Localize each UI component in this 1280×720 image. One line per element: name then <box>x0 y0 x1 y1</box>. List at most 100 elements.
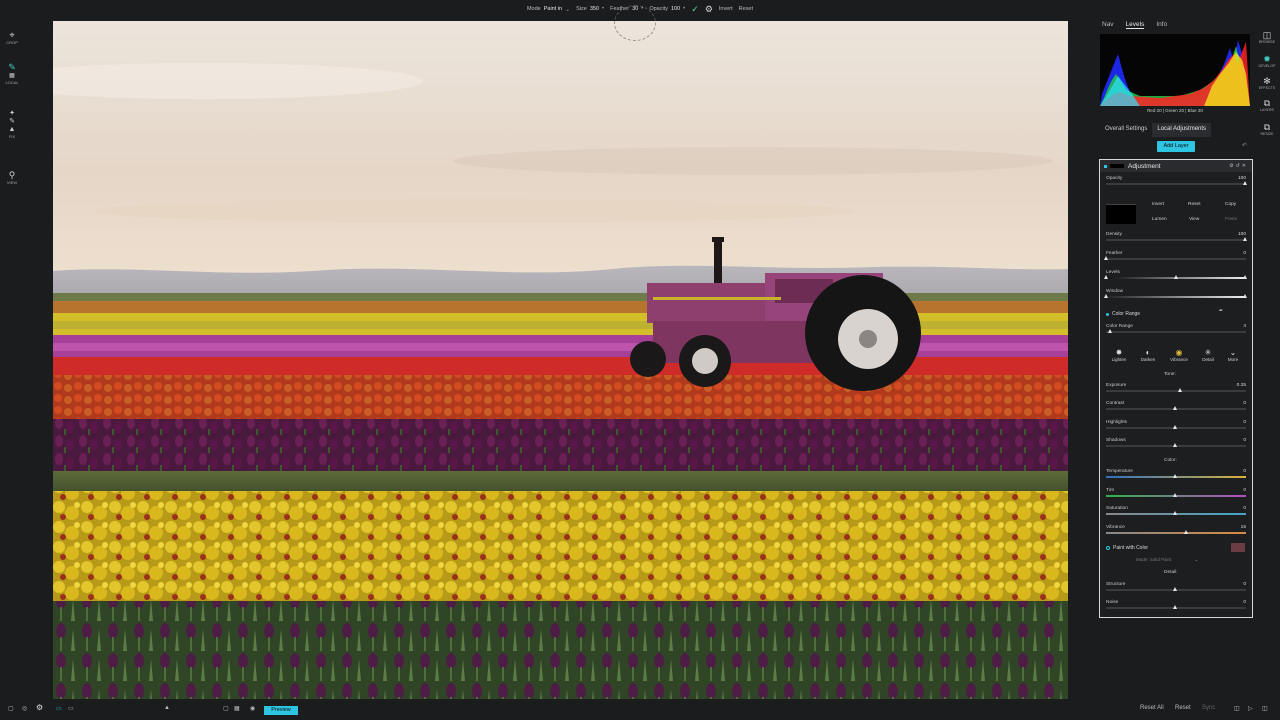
slider-knob[interactable] <box>1104 275 1108 279</box>
view-tool[interactable]: ⚲ VIEW <box>0 170 24 185</box>
vibrance-slider[interactable] <box>1106 530 1246 534</box>
highlights-slider[interactable] <box>1106 425 1246 429</box>
chevron-down-icon[interactable]: ⌄ <box>1195 557 1199 562</box>
noise-value[interactable]: 0 <box>1243 600 1246 605</box>
temperature-value[interactable]: 0 <box>1243 469 1246 474</box>
gear-icon[interactable]: ⚙ <box>705 4 713 15</box>
panel-toggle-icon[interactable]: ▢ <box>8 705 14 712</box>
layer-opacity-slider[interactable] <box>1106 181 1247 185</box>
filmstrip-icon[interactable]: ▭ <box>68 705 74 712</box>
slider-knob[interactable] <box>1243 181 1247 185</box>
exposure-value[interactable]: 0.35 <box>1237 383 1246 388</box>
slider-knob[interactable] <box>1173 406 1177 410</box>
crop-tool[interactable]: ⌖ CROP <box>0 30 24 45</box>
tab-local-adjustments[interactable]: Local Adjustments <box>1152 123 1212 137</box>
darken-preset[interactable]: ◐ Darken <box>1137 348 1159 362</box>
shadows-slider[interactable] <box>1106 443 1246 447</box>
structure-slider[interactable] <box>1106 587 1246 591</box>
preview-button[interactable]: Preview <box>264 706 298 715</box>
slider-knob[interactable] <box>1173 474 1177 478</box>
tint-value[interactable]: 0 <box>1243 488 1246 493</box>
vibrance-value[interactable]: 15 <box>1241 525 1246 530</box>
section-toggle-icon[interactable] <box>1106 312 1109 316</box>
compare-icon[interactable]: ◎ <box>22 705 27 712</box>
slider-knob[interactable] <box>1173 425 1177 429</box>
vibrance-preset[interactable]: ◉ Vibrance <box>1168 348 1190 362</box>
feather-slider[interactable] <box>1104 256 1246 260</box>
temperature-slider[interactable] <box>1106 474 1246 478</box>
paint-color-swatch[interactable] <box>1231 543 1245 552</box>
slider-knob[interactable] <box>1178 388 1182 392</box>
opacity-stepper-icon[interactable]: • <box>683 6 685 12</box>
layer-name[interactable]: Adjustment <box>1128 163 1161 170</box>
next-icon[interactable]: ▷ <box>1248 705 1253 712</box>
color-range-value[interactable]: 4 <box>1243 324 1246 329</box>
reset-mask-button[interactable]: Reset <box>1188 202 1201 207</box>
layers-module[interactable]: ⧉ LAYERS <box>1254 98 1280 112</box>
lighten-preset[interactable]: ✸ Lighten <box>1108 348 1130 362</box>
slider-knob[interactable] <box>1173 493 1177 497</box>
mask-view-icon[interactable]: ◉ <box>250 705 255 712</box>
brush-mode-icon[interactable]: ✓ <box>691 4 699 15</box>
settings-icon[interactable]: ⚙ <box>36 703 43 712</box>
mask-thumbnail[interactable] <box>1106 204 1136 224</box>
highlights-value[interactable]: 0 <box>1243 420 1246 425</box>
color-range-slider[interactable] <box>1106 329 1246 333</box>
invert-mask-button[interactable]: Invert <box>1152 202 1164 207</box>
mode-value[interactable]: Paint in <box>544 6 562 12</box>
paste-mask-button[interactable]: Paste <box>1225 217 1237 222</box>
layer-options-icons[interactable]: ⚙↺✕ <box>1229 163 1248 169</box>
local-tool[interactable]: ✎ ▦ LOCAL <box>0 62 24 85</box>
paint-mode-select[interactable]: Mode: Solid Paint ⌄ <box>1136 557 1198 563</box>
slider-knob[interactable] <box>1243 294 1247 298</box>
size-stepper-icon[interactable]: • <box>602 6 604 12</box>
copy-mask-button[interactable]: Copy <box>1225 202 1236 207</box>
opacity-value[interactable]: 100 <box>671 6 680 12</box>
slider-knob[interactable] <box>1108 329 1112 333</box>
slider-knob[interactable] <box>1173 511 1177 515</box>
slider-knob[interactable] <box>1104 256 1108 260</box>
view-mask-button[interactable]: View <box>1189 217 1199 222</box>
size-value[interactable]: 350 <box>590 6 599 12</box>
zoom-slider-handle[interactable]: ▲ <box>164 705 170 711</box>
slider-knob[interactable] <box>1173 605 1177 609</box>
opacity-control[interactable]: Opacity 100 • <box>649 6 685 12</box>
undo-icon[interactable]: ↶ <box>1242 142 1247 149</box>
tab-overall-settings[interactable]: Overall Settings <box>1100 123 1152 137</box>
slider-knob[interactable] <box>1173 587 1177 591</box>
slider-knob[interactable] <box>1173 443 1177 447</box>
slider-knob[interactable] <box>1243 237 1247 241</box>
resize-module[interactable]: ⧉ RESIZE <box>1254 122 1280 136</box>
add-layer-button[interactable]: Add Layer <box>1157 141 1195 152</box>
layer-visibility-icon[interactable] <box>1104 164 1107 168</box>
slider-knob[interactable] <box>1184 530 1188 534</box>
tab-info[interactable]: Info <box>1156 21 1167 29</box>
contrast-slider[interactable] <box>1106 406 1246 410</box>
tint-slider[interactable] <box>1106 493 1246 497</box>
lumen-button[interactable]: Lumen <box>1152 217 1167 222</box>
exposure-slider[interactable] <box>1106 388 1246 392</box>
side-panel-icon[interactable]: ◫ <box>1262 705 1268 712</box>
structure-value[interactable]: 0 <box>1243 582 1246 587</box>
shadows-value[interactable]: 0 <box>1243 438 1246 443</box>
overlay-icon[interactable]: ▦ <box>234 705 240 712</box>
color-range-section[interactable]: Color Range <box>1106 311 1140 317</box>
reset-all-button[interactable]: Reset All <box>1140 705 1164 711</box>
density-slider[interactable] <box>1106 237 1247 241</box>
size-control[interactable]: Size 350 • <box>576 6 604 12</box>
sync-button[interactable]: Sync <box>1202 705 1215 711</box>
feather-value-panel[interactable]: 0 <box>1243 251 1246 256</box>
slider-knob[interactable] <box>1104 294 1108 298</box>
noise-slider[interactable] <box>1106 605 1246 609</box>
window-slider[interactable] <box>1104 294 1247 298</box>
saturation-slider[interactable] <box>1106 511 1246 515</box>
section-toggle-icon[interactable] <box>1106 546 1110 550</box>
develop-module[interactable]: ✹ DEVELOP <box>1254 54 1280 68</box>
fit-icon[interactable]: ▢ <box>223 705 229 712</box>
single-view-icon[interactable]: ▭ <box>56 705 62 712</box>
layer-header[interactable]: Adjustment ⚙↺✕ <box>1100 160 1252 172</box>
reset-button-bottom[interactable]: Reset <box>1175 705 1191 711</box>
levels-slider[interactable] <box>1104 275 1247 279</box>
browse-module[interactable]: ◫ BROWSE <box>1254 30 1280 44</box>
eyedropper-icon[interactable]: ✒ <box>1219 309 1223 314</box>
